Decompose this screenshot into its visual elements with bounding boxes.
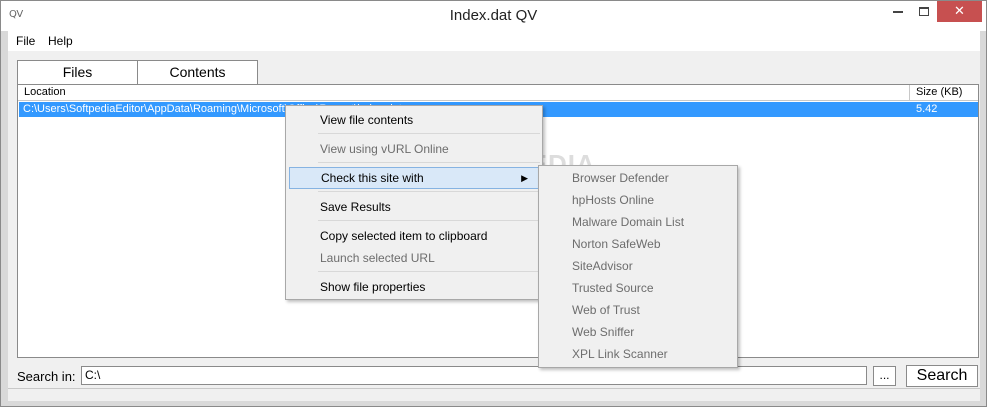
close-button[interactable]: ✕ <box>937 1 982 22</box>
window-title: Index.dat QV <box>449 7 538 24</box>
context-menu: View file contents View using vURL Onlin… <box>285 105 543 300</box>
menu-file[interactable]: File <box>16 34 35 48</box>
browse-button[interactable]: ... <box>873 366 896 386</box>
row-size: 5.42 <box>916 103 938 115</box>
menu-item-view-file-contents[interactable]: View file contents <box>289 109 539 131</box>
menu-item-show-file-properties[interactable]: Show file properties <box>289 276 539 298</box>
menu-item-label: Launch selected URL <box>320 251 435 265</box>
menu-item-copy-to-clipboard[interactable]: Copy selected item to clipboard <box>289 225 539 247</box>
menu-item-check-site-with[interactable]: Check this site with ▶ <box>289 167 539 189</box>
search-label: Search in: <box>17 369 76 384</box>
menu-item-label: Show file properties <box>320 280 426 294</box>
app-window: QV Index.dat QV ✕ File Help Files Conten… <box>0 0 987 407</box>
menu-bar: File Help <box>8 31 980 51</box>
submenu-item-siteadvisor[interactable]: SiteAdvisor <box>542 255 736 277</box>
menu-item-label: Save Results <box>320 200 391 214</box>
menu-separator <box>318 133 540 134</box>
submenu-item-xpl-link-scanner[interactable]: XPL Link Scanner <box>542 343 736 365</box>
submenu-item-web-sniffer[interactable]: Web Sniffer <box>542 321 736 343</box>
submenu-item-browser-defender[interactable]: Browser Defender <box>542 167 736 189</box>
tab-files[interactable]: Files <box>17 60 138 84</box>
close-icon: ✕ <box>954 3 965 18</box>
menu-help[interactable]: Help <box>48 34 73 48</box>
submenu-arrow-icon: ▶ <box>521 173 528 183</box>
menu-item-view-vurl-online[interactable]: View using vURL Online <box>289 138 539 160</box>
submenu-item-web-of-trust[interactable]: Web of Trust <box>542 299 736 321</box>
submenu-item-hphosts-online[interactable]: hpHosts Online <box>542 189 736 211</box>
status-bar <box>8 388 980 400</box>
search-path-input[interactable]: C:\ <box>81 366 867 385</box>
search-button[interactable]: Search <box>906 365 978 387</box>
minimize-button[interactable] <box>884 1 911 22</box>
menu-item-launch-url[interactable]: Launch selected URL <box>289 247 539 269</box>
title-bar: QV Index.dat QV ✕ <box>1 1 986 31</box>
menu-item-label: View using vURL Online <box>320 142 449 156</box>
menu-item-save-results[interactable]: Save Results <box>289 196 539 218</box>
check-site-submenu: Browser Defender hpHosts Online Malware … <box>538 165 738 368</box>
menu-separator <box>318 271 540 272</box>
column-header-size[interactable]: Size (KB) <box>910 85 978 101</box>
submenu-item-malware-domain-list[interactable]: Malware Domain List <box>542 211 736 233</box>
menu-item-label: View file contents <box>320 113 414 127</box>
menu-separator <box>318 162 540 163</box>
maximize-icon <box>918 6 929 16</box>
minimize-icon <box>892 11 903 14</box>
menu-item-label: Check this site with <box>321 171 424 185</box>
menu-separator <box>318 191 540 192</box>
submenu-item-trusted-source[interactable]: Trusted Source <box>542 277 736 299</box>
menu-separator <box>318 220 540 221</box>
column-header-location[interactable]: Location <box>18 85 910 101</box>
maximize-button[interactable] <box>910 1 937 22</box>
menu-item-label: Copy selected item to clipboard <box>320 229 488 243</box>
submenu-item-norton-safeweb[interactable]: Norton SafeWeb <box>542 233 736 255</box>
tab-contents[interactable]: Contents <box>137 60 258 84</box>
